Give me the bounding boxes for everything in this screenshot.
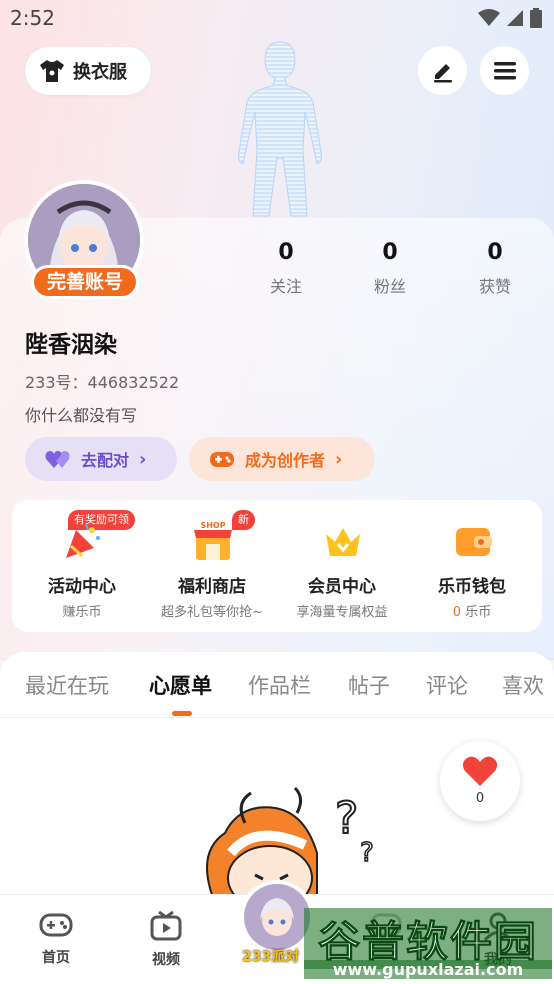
tab-recently-played[interactable]: 最近在玩 bbox=[25, 670, 109, 700]
chevron-right-icon: › bbox=[139, 448, 147, 470]
new-tag: 新 bbox=[232, 510, 255, 530]
heart-icon bbox=[462, 756, 498, 786]
signal-icon bbox=[507, 10, 523, 26]
become-creator-button[interactable]: 成为创作者 › bbox=[189, 437, 375, 481]
active-tab-indicator bbox=[172, 711, 192, 716]
tshirt-icon bbox=[40, 60, 64, 82]
service-wallet[interactable]: 乐币钱包 0 乐币 bbox=[406, 500, 538, 632]
nav-home-label: 首页 bbox=[42, 950, 70, 966]
svg-text:?: ? bbox=[360, 838, 374, 868]
tab-wishlist[interactable]: 心愿单 bbox=[149, 670, 212, 700]
service-title: 会员中心 bbox=[308, 577, 376, 597]
service-title: 乐币钱包 bbox=[438, 577, 506, 597]
nav-party[interactable] bbox=[240, 880, 314, 954]
stat-following-label: 关注 bbox=[269, 277, 302, 296]
tv-icon bbox=[150, 910, 182, 941]
service-activity-center[interactable]: 有奖励可领 活动中心 赚乐币 bbox=[16, 500, 148, 632]
like-button[interactable]: 0 bbox=[440, 741, 520, 821]
tab-posts[interactable]: 帖子 bbox=[348, 670, 390, 700]
service-subtitle: 0 乐币 bbox=[452, 605, 492, 620]
services-panel: 有奖励可领 活动中心 赚乐币 新 SHOP 福利商店 超多礼包等你抢~ 会员中心… bbox=[12, 500, 542, 632]
menu-button[interactable] bbox=[480, 46, 529, 95]
hearts-icon bbox=[45, 451, 70, 468]
service-subtitle: 享海量专属权益 bbox=[296, 605, 388, 620]
service-subtitle: 赚乐币 bbox=[62, 605, 102, 620]
complete-account-badge[interactable]: 完善账号 bbox=[31, 265, 139, 299]
crown-icon bbox=[326, 528, 360, 556]
username: 陛香洇染 bbox=[25, 332, 117, 358]
stat-fans[interactable]: 0 粉丝 bbox=[355, 240, 425, 297]
tab-comments[interactable]: 评论 bbox=[426, 670, 468, 700]
service-title: 活动中心 bbox=[48, 577, 116, 597]
service-title: 福利商店 bbox=[178, 577, 246, 597]
party-popper-icon bbox=[66, 523, 100, 558]
service-welfare-shop[interactable]: 新 SHOP 福利商店 超多礼包等你抢~ bbox=[146, 500, 278, 632]
watermark-url: www.gupuxlazai.com bbox=[304, 960, 552, 979]
tab-likes[interactable]: 喜欢 bbox=[502, 670, 544, 700]
nav-video[interactable]: 视频 bbox=[136, 910, 196, 969]
nav-party-label: 233派对 bbox=[242, 949, 300, 965]
change-outfit-label: 换衣服 bbox=[73, 62, 127, 83]
match-label: 去配对 bbox=[81, 451, 130, 470]
tab-works[interactable]: 作品栏 bbox=[248, 670, 311, 700]
gamepad-orange-icon bbox=[210, 452, 234, 467]
party-avatar-icon bbox=[244, 884, 310, 950]
stat-likes-count: 0 bbox=[487, 240, 503, 265]
stat-following-count: 0 bbox=[278, 240, 294, 265]
nav-home[interactable]: 首页 bbox=[26, 911, 86, 967]
stat-likes[interactable]: 0 获赞 bbox=[460, 240, 530, 297]
pencil-icon bbox=[433, 63, 452, 82]
wifi-icon bbox=[478, 9, 500, 26]
stat-likes-label: 获赞 bbox=[478, 277, 511, 296]
watermark-overlay: 谷普软件园 www.gupuxlazai.com bbox=[304, 906, 552, 982]
stat-fans-label: 粉丝 bbox=[373, 277, 406, 296]
edit-profile-button[interactable] bbox=[418, 46, 467, 95]
hamburger-icon bbox=[493, 61, 516, 79]
stat-fans-count: 0 bbox=[382, 240, 398, 265]
avatar-figure-silhouette[interactable] bbox=[225, 40, 335, 218]
status-time: 2:52 bbox=[10, 6, 55, 30]
chevron-right-icon: › bbox=[335, 448, 343, 470]
profile-tabs: 最近在玩 心愿单 作品栏 帖子 评论 喜欢 bbox=[0, 652, 554, 718]
status-bar: 2:52 bbox=[0, 0, 554, 38]
service-subtitle: 超多礼包等你抢~ bbox=[161, 605, 263, 620]
user-id: 233号：446832522 bbox=[25, 373, 180, 392]
like-count: 0 bbox=[475, 791, 485, 806]
gamepad-icon bbox=[39, 913, 73, 937]
become-creator-label: 成为创作者 bbox=[245, 451, 326, 470]
stat-following[interactable]: 0 关注 bbox=[251, 240, 321, 297]
wallet-icon bbox=[456, 528, 492, 556]
battery-icon bbox=[530, 8, 542, 28]
match-button[interactable]: 去配对 › bbox=[25, 437, 177, 481]
service-member-center[interactable]: 会员中心 享海量专属权益 bbox=[276, 500, 408, 632]
shop-icon: SHOP bbox=[194, 521, 232, 560]
user-bio: 你什么都没有写 bbox=[25, 406, 138, 425]
nav-video-label: 视频 bbox=[152, 952, 180, 968]
shop-sign-text: SHOP bbox=[200, 521, 225, 530]
change-outfit-button[interactable]: 换衣服 bbox=[25, 47, 151, 95]
coin-count: 0 bbox=[452, 605, 462, 620]
svg-text:?: ? bbox=[335, 793, 358, 844]
